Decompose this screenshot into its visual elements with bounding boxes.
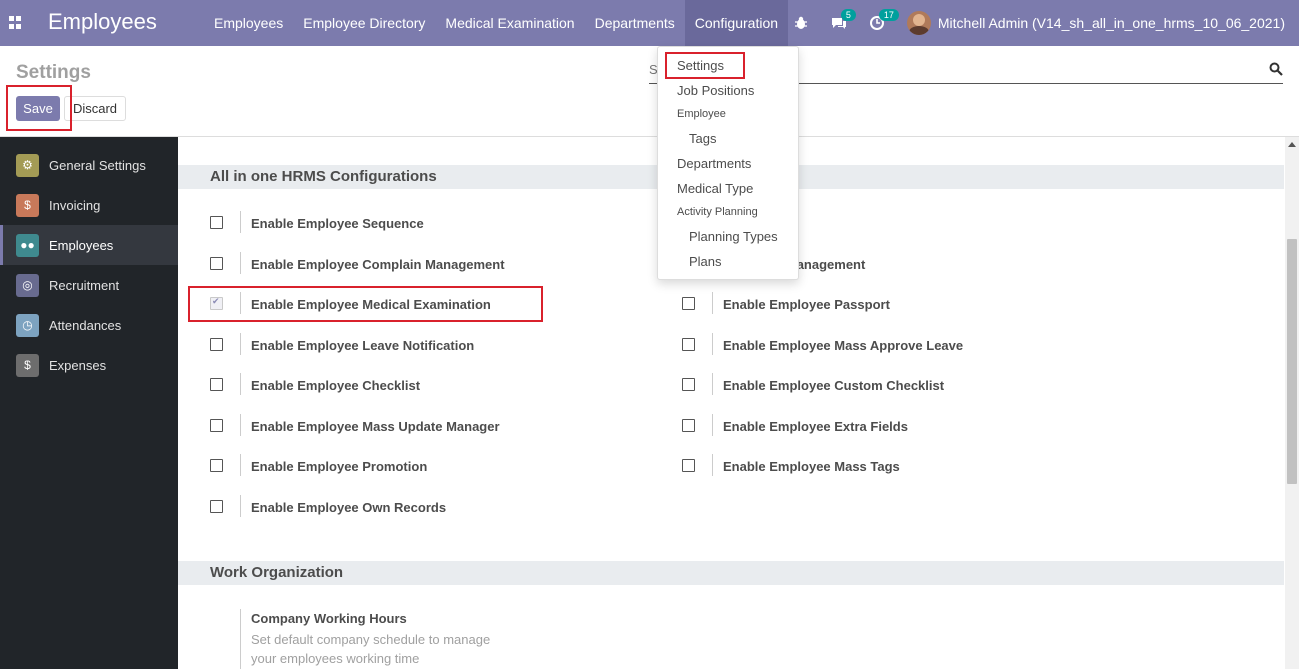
setting-label: Enable Employee Mass Update Manager bbox=[251, 419, 500, 434]
sidebar-item-label: Invoicing bbox=[49, 197, 101, 213]
money-user-icon: $ bbox=[16, 353, 39, 377]
setting-label: Enable Employee Sequence bbox=[251, 216, 424, 231]
activities-clock-icon[interactable]: 17 bbox=[869, 9, 899, 31]
setting-complain-management: Enable Employee Complain Management bbox=[210, 252, 630, 276]
checkbox[interactable] bbox=[210, 500, 223, 513]
save-button[interactable]: Save bbox=[16, 96, 60, 121]
page-title: Settings bbox=[16, 62, 91, 83]
setting-label: Enable Employee Own Records bbox=[251, 500, 447, 515]
setting-mass-approve-leave: Enable Employee Mass Approve Leave bbox=[682, 333, 1102, 357]
dropdown-activity-planning-header: Activity Planning bbox=[677, 206, 758, 218]
sidebar-item-attendances[interactable]: ◷ Attendances bbox=[0, 305, 178, 345]
search-icon[interactable] bbox=[1269, 62, 1283, 76]
setting-label: Enable Employee Mass Approve Leave bbox=[723, 338, 964, 353]
menu-departments[interactable]: Departments bbox=[585, 0, 685, 46]
dropdown-plans[interactable]: Plans bbox=[689, 254, 722, 269]
checkbox-checked[interactable] bbox=[210, 296, 223, 310]
checkbox[interactable] bbox=[210, 459, 223, 472]
checkbox[interactable] bbox=[682, 378, 695, 391]
checkbox[interactable] bbox=[210, 257, 223, 270]
app-brand[interactable]: Employees bbox=[48, 9, 157, 35]
menu-medical-examination[interactable]: Medical Examination bbox=[435, 0, 584, 46]
discard-button[interactable]: Discard bbox=[64, 96, 126, 121]
settings-sidebar: ⚙ General Settings $ Invoicing ●● Employ… bbox=[0, 137, 178, 669]
sidebar-item-label: Expenses bbox=[49, 357, 107, 373]
sidebar-item-expenses[interactable]: $ Expenses bbox=[0, 345, 178, 385]
checkbox[interactable] bbox=[682, 419, 695, 432]
invoice-icon: $ bbox=[16, 193, 39, 217]
dropdown-planning-types[interactable]: Planning Types bbox=[689, 229, 778, 244]
sidebar-item-label: Recruitment bbox=[49, 277, 120, 293]
checkbox[interactable] bbox=[210, 216, 223, 229]
scroll-thumb[interactable] bbox=[1287, 239, 1297, 484]
dropdown-employee-header: Employee bbox=[677, 108, 726, 120]
company-working-hours-label: Company Working Hours bbox=[251, 611, 407, 626]
checkbox[interactable] bbox=[682, 459, 695, 472]
people-icon: ●● bbox=[16, 233, 39, 257]
magnifier-icon: ◎ bbox=[16, 273, 39, 297]
setting-label: Enable Employee Passport bbox=[723, 297, 890, 312]
systray: 5 17 Mitchell Admin (V14_sh_all_in_one_h… bbox=[793, 0, 1285, 46]
setting-mass-tags: Enable Employee Mass Tags bbox=[682, 454, 1102, 478]
sidebar-item-recruitment[interactable]: ◎ Recruitment bbox=[0, 265, 178, 305]
setting-label: Enable Employee Extra Fields bbox=[723, 419, 908, 434]
setting-medical-examination: Enable Employee Medical Examination bbox=[210, 292, 630, 316]
setting-label: Enable Employee Mass Tags bbox=[723, 459, 900, 474]
setting-promotion: Enable Employee Promotion bbox=[210, 454, 630, 478]
top-navbar: Employees Employees Employee Directory M… bbox=[0, 0, 1299, 46]
messages-icon[interactable]: 5 bbox=[831, 9, 856, 31]
setting-checklist: Enable Employee Checklist bbox=[210, 373, 630, 397]
dropdown-tags[interactable]: Tags bbox=[689, 131, 716, 146]
apps-menu-icon[interactable] bbox=[9, 16, 23, 30]
checkbox[interactable] bbox=[682, 297, 695, 310]
setting-leave-notification: Enable Employee Leave Notification bbox=[210, 333, 630, 357]
control-panel: Settings Save Discard bbox=[0, 46, 1299, 137]
dropdown-departments[interactable]: Departments bbox=[677, 156, 751, 171]
checkbox[interactable] bbox=[682, 338, 695, 351]
setting-label: Enable Employee Checklist bbox=[251, 378, 421, 393]
setting-custom-checklist: Enable Employee Custom Checklist bbox=[682, 373, 1102, 397]
clock-user-icon: ◷ bbox=[16, 313, 39, 337]
setting-label: Enable Employee Complain Management bbox=[251, 257, 505, 272]
setting-label: Enable Employee Promotion bbox=[251, 459, 428, 474]
work-org-section-header: Work Organization bbox=[178, 561, 1284, 585]
sidebar-item-label: Employees bbox=[49, 237, 114, 253]
menu-configuration[interactable]: Configuration bbox=[684, 0, 789, 46]
setting-mass-update-manager: Enable Employee Mass Update Manager bbox=[210, 414, 630, 438]
setting-extra-fields: Enable Employee Extra Fields bbox=[682, 414, 1102, 438]
sidebar-item-label: General Settings bbox=[49, 157, 146, 173]
menu-employees[interactable]: Employees bbox=[204, 0, 293, 46]
setting-label: Enable Employee Leave Notification bbox=[251, 338, 475, 353]
setting-employee-sequence: Enable Employee Sequence bbox=[210, 211, 630, 235]
setting-passport: Enable Employee Passport bbox=[682, 292, 1102, 316]
sidebar-item-employees[interactable]: ●● Employees bbox=[0, 225, 178, 265]
user-avatar[interactable] bbox=[906, 11, 931, 35]
checkbox[interactable] bbox=[210, 338, 223, 351]
sidebar-item-label: Attendances bbox=[49, 317, 122, 333]
dropdown-medical-type[interactable]: Medical Type bbox=[677, 181, 753, 196]
user-menu[interactable]: Mitchell Admin (V14_sh_all_in_one_hrms_1… bbox=[938, 15, 1285, 31]
bug-icon[interactable] bbox=[793, 15, 809, 31]
menu-employee-directory[interactable]: Employee Directory bbox=[293, 0, 435, 46]
dropdown-settings[interactable]: Settings bbox=[677, 58, 724, 73]
checkbox[interactable] bbox=[210, 419, 223, 432]
setting-own-records: Enable Employee Own Records bbox=[210, 495, 630, 519]
setting-label: Enable Employee Medical Examination bbox=[251, 297, 491, 312]
dropdown-job-positions[interactable]: Job Positions bbox=[677, 83, 754, 98]
scroll-up-arrow-icon[interactable] bbox=[1288, 142, 1296, 147]
setting-label: Enable Employee Custom Checklist bbox=[723, 378, 945, 393]
messages-badge: 5 bbox=[840, 9, 856, 21]
content-scrollbar[interactable] bbox=[1285, 137, 1299, 669]
main-menu: Employees Employee Directory Medical Exa… bbox=[204, 0, 789, 46]
sidebar-item-general-settings[interactable]: ⚙ General Settings bbox=[0, 145, 178, 185]
activities-badge: 17 bbox=[878, 9, 899, 21]
company-working-hours-description: Set default company schedule to manage y… bbox=[251, 632, 491, 666]
work-org-section-title: Work Organization bbox=[210, 564, 344, 581]
checkbox[interactable] bbox=[210, 378, 223, 391]
gear-icon: ⚙ bbox=[16, 153, 39, 177]
divider bbox=[240, 609, 241, 669]
configuration-dropdown: Settings Job Positions Employee Tags Dep… bbox=[657, 46, 799, 280]
hrms-section-title: All in one HRMS Configurations bbox=[210, 168, 437, 185]
sidebar-item-invoicing[interactable]: $ Invoicing bbox=[0, 185, 178, 225]
